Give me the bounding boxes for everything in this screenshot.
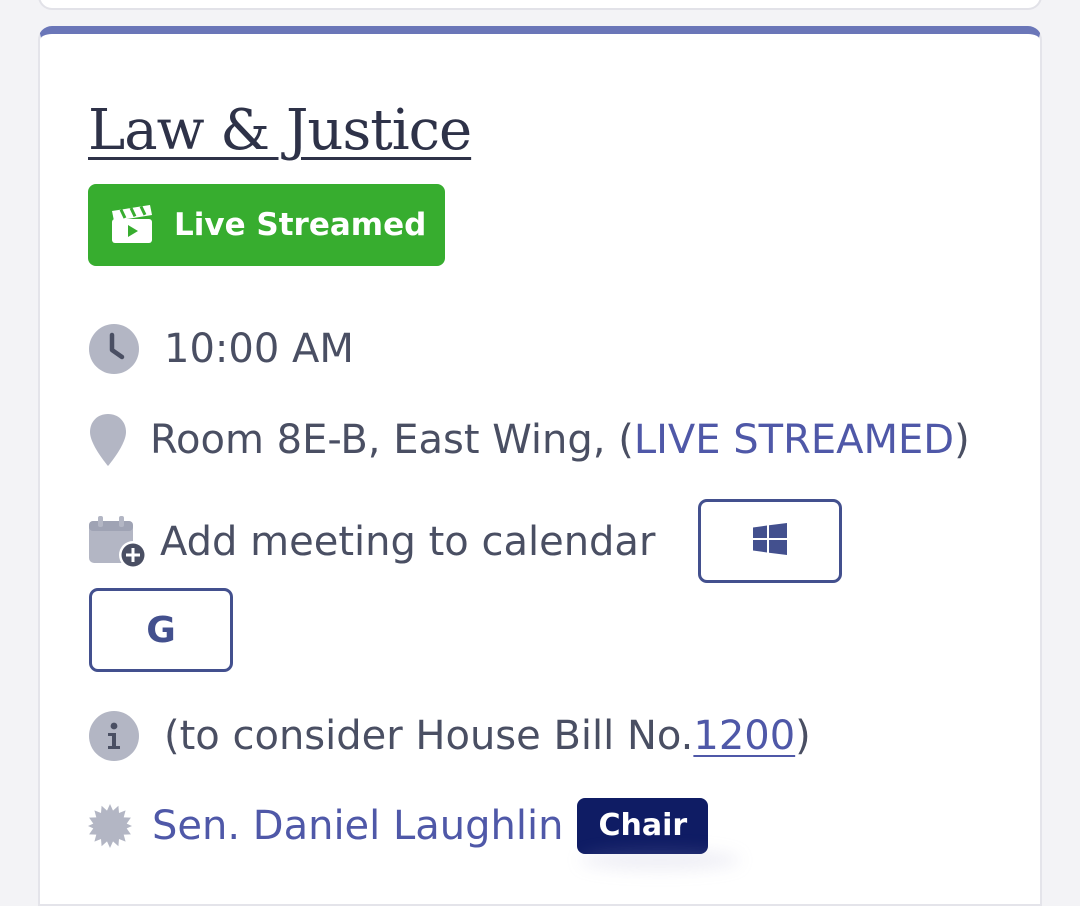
live-streamed-badge[interactable]: Live Streamed — [88, 184, 445, 266]
google-icon: G — [146, 609, 176, 651]
clapperboard-icon — [110, 205, 154, 245]
outlook-calendar-button[interactable] — [698, 499, 842, 583]
live-streamed-label: Live Streamed — [174, 207, 427, 243]
committee-title[interactable]: Law & Justice — [88, 96, 472, 166]
card-shadow — [580, 850, 740, 870]
member-name-link[interactable]: Sen. Daniel Laughlin — [152, 803, 563, 849]
meeting-time-row: 10:00 AM — [88, 319, 354, 379]
live-streamed-link[interactable]: LIVE STREAMED — [634, 417, 954, 463]
location-close-paren: ) — [954, 417, 970, 463]
add-to-calendar-row: Add meeting to calendar — [88, 512, 655, 572]
windows-icon — [753, 522, 787, 560]
house-bill-link[interactable]: 1200 — [693, 713, 795, 759]
add-to-calendar-label: Add meeting to calendar — [160, 519, 656, 565]
location-text: Room 8E-B, East Wing, ( — [150, 417, 634, 463]
committee-member-row: Sen. Daniel Laughlin Chair — [88, 796, 709, 856]
google-calendar-button[interactable]: G — [89, 588, 233, 672]
chair-role-badge: Chair — [577, 798, 709, 854]
previous-card-edge — [38, 0, 1042, 10]
committee-card: Law & Justice Live Streamed 10:00 AM Roo… — [38, 26, 1042, 906]
clock-icon — [88, 323, 140, 375]
meeting-location-row: Room 8E-B, East Wing, (LIVE STREAMED ) — [88, 410, 970, 470]
map-pin-icon — [88, 413, 128, 467]
seal-icon — [88, 804, 132, 848]
meeting-time: 10:00 AM — [164, 326, 354, 372]
info-icon — [88, 710, 140, 762]
meeting-agenda-row: (to consider House Bill No. 1200) — [88, 706, 811, 766]
agenda-text: (to consider House Bill No. — [164, 713, 694, 759]
calendar-plus-icon — [88, 515, 148, 569]
agenda-close-paren: ) — [795, 713, 811, 759]
